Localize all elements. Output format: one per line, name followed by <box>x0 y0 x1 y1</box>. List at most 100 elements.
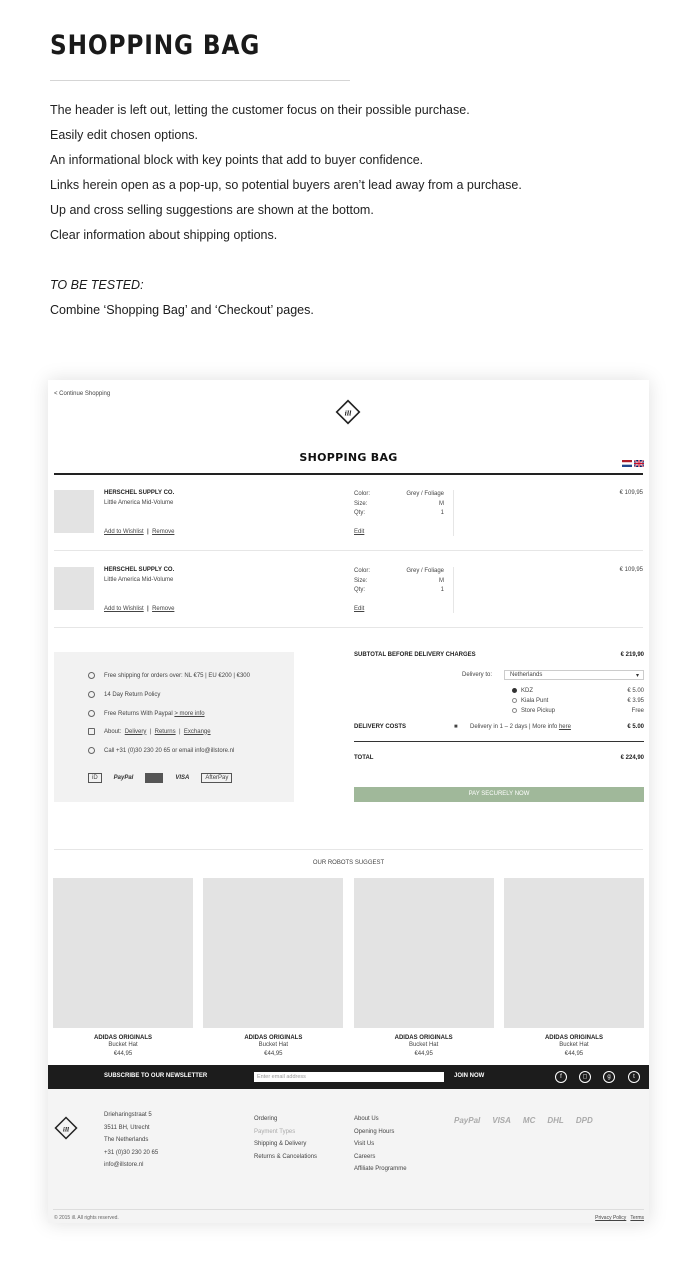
product-name: Bucket Hat <box>559 1042 589 1048</box>
product-name: Bucket Hat <box>258 1042 288 1048</box>
footer-logo-icon[interactable]: ill <box>53 1115 79 1141</box>
product-thumbnail[interactable] <box>54 490 94 533</box>
newsletter-email-input[interactable]: Enter email address <box>254 1072 444 1082</box>
facebook-icon[interactable]: f <box>555 1071 567 1083</box>
radio-icon[interactable] <box>512 707 517 713</box>
radio-selected-icon[interactable] <box>512 687 517 693</box>
product-image[interactable] <box>353 878 494 1028</box>
footer-col-customer: Ordering Payment Types Shipping & Delive… <box>254 1113 317 1163</box>
item-name: Little America Mid-Volume <box>104 500 174 506</box>
product-price: €44,95 <box>414 1051 433 1057</box>
address-line: 3511 BH, Utrecht <box>104 1124 150 1131</box>
product-card[interactable]: ADIDAS ORIGINALS Bucket Hat €44,95 <box>353 878 494 1059</box>
footer-link[interactable]: Careers <box>354 1151 407 1164</box>
mastercard-logo-icon <box>145 773 164 783</box>
color-value: Grey / Foliage <box>406 491 444 497</box>
qty-value: 1 <box>440 587 444 593</box>
product-price: €44,95 <box>264 1051 283 1057</box>
footer-link[interactable]: Ordering <box>254 1113 317 1126</box>
delivery-options: KDZ € 5.00 Kiala Punt € 3.95 Store Pickup F… <box>512 686 644 716</box>
more-info-link[interactable]: > more info <box>174 711 204 717</box>
delivery-info-link[interactable]: here <box>559 724 571 730</box>
option-price: Free <box>631 708 644 714</box>
info-row-paypal: Free Returns With Paypal > more info <box>88 710 205 717</box>
dutch-flag-icon[interactable] <box>622 460 632 467</box>
title-rule <box>54 473 643 475</box>
title-divider <box>50 80 350 81</box>
instagram-icon[interactable]: ◻ <box>579 1071 591 1083</box>
color-label: Color: <box>354 491 371 497</box>
footer-link[interactable]: Visit Us <box>354 1138 407 1151</box>
option-price: € 5.00 <box>627 688 644 694</box>
add-to-wishlist-link[interactable]: Add to Wishlist <box>104 529 144 535</box>
product-image[interactable] <box>503 878 644 1028</box>
option-name: Kiala Punt <box>521 698 549 704</box>
twitter-icon[interactable]: t <box>628 1071 640 1083</box>
about-separator: | <box>149 728 152 735</box>
pay-securely-button[interactable]: PAY SECURELY NOW <box>354 787 644 802</box>
google-plus-icon[interactable]: g <box>603 1071 615 1083</box>
language-switcher[interactable] <box>622 460 644 467</box>
contact-text: Call +31 (0)30 230 20 65 or email info@i… <box>104 747 235 754</box>
to-be-tested-label: TO BE TESTED: <box>50 278 144 292</box>
footer-link[interactable]: Opening Hours <box>354 1126 407 1139</box>
delivery-country-select[interactable]: Netherlands ▾ <box>504 670 644 680</box>
design-note: The header is left out, letting the cust… <box>50 103 470 117</box>
product-card[interactable]: ADIDAS ORIGINALS Bucket Hat €44,95 <box>53 878 193 1059</box>
edit-link[interactable]: Edit <box>354 529 444 535</box>
footer-link[interactable]: About Us <box>354 1113 407 1126</box>
privacy-policy-link[interactable]: Privacy Policy <box>595 1215 626 1221</box>
remove-link[interactable]: Remove <box>152 529 174 535</box>
footer-link[interactable]: Payment Types <box>254 1126 317 1139</box>
total-divider <box>354 741 644 742</box>
continue-shopping-link[interactable]: < Continue Shopping <box>54 391 110 397</box>
product-card[interactable]: ADIDAS ORIGINALS Bucket Hat €44,95 <box>503 878 644 1059</box>
address-phone[interactable]: +31 (0)30 230 20 65 <box>104 1147 158 1160</box>
size-label: Size: <box>354 577 368 584</box>
add-to-wishlist-link[interactable]: Add to Wishlist <box>104 606 144 612</box>
about-returns-link[interactable]: Returns <box>155 729 176 735</box>
cart-item: HERSCHEL SUPPLY CO. Little America Mid-V… <box>54 567 643 627</box>
ill-logo-icon[interactable]: ill <box>334 398 362 426</box>
delivery-option[interactable]: Store Pickup Free <box>512 706 644 716</box>
design-note: Up and cross selling suggestions are sho… <box>50 203 374 217</box>
paypal-logo-icon: PayPal <box>454 1116 481 1125</box>
product-card[interactable]: ADIDAS ORIGINALS Bucket Hat €44,95 <box>203 878 344 1059</box>
delivery-country-value: Netherlands <box>510 672 543 678</box>
delivery-option[interactable]: KDZ € 5.00 <box>512 686 644 696</box>
design-note: Easily edit chosen options. <box>50 128 199 142</box>
qty-label: Qty: <box>354 510 366 516</box>
delivery-option[interactable]: Kiala Punt € 3.95 <box>512 696 644 706</box>
radio-icon[interactable] <box>512 697 517 703</box>
product-image[interactable] <box>53 878 193 1028</box>
check-icon <box>88 710 95 717</box>
uk-flag-icon[interactable] <box>634 460 644 467</box>
product-thumbnail[interactable] <box>54 567 94 610</box>
intro-section: SHOPPING BAG The header is left out, let… <box>50 28 650 323</box>
item-attributes: Color: Grey / Foliage Size: M Qty: 1 Edit <box>354 567 444 612</box>
delivery-note: Delivery in 1 – 2 days | More info <box>470 724 558 730</box>
subtotal-row: SUBTOTAL BEFORE DELIVERY CHARGES € 219,9… <box>354 652 644 658</box>
about-delivery-link[interactable]: Delivery <box>125 729 147 735</box>
footer-link[interactable]: Returns & Cancelations <box>254 1151 317 1164</box>
item-separator <box>54 550 643 551</box>
about-label: About: <box>104 728 122 735</box>
qty-label: Qty: <box>354 587 366 593</box>
product-name: Bucket Hat <box>408 1042 439 1048</box>
edit-link[interactable]: Edit <box>354 606 444 612</box>
footer-address: Drieharingstraat 5 3511 BH, Utrecht The … <box>104 1109 158 1172</box>
remove-link[interactable]: Remove <box>152 606 174 612</box>
product-image[interactable] <box>203 878 344 1028</box>
item-actions: Add to Wishlist | Remove <box>104 606 174 612</box>
footer-divider <box>53 1209 644 1210</box>
address-email[interactable]: info@illstore.nl <box>104 1159 158 1172</box>
product-price: €44,95 <box>113 1051 133 1057</box>
footer-link[interactable]: Affiliate Programme <box>354 1163 407 1176</box>
copyright: © 2015 ill. All rights reserved. <box>54 1215 119 1221</box>
footer-link[interactable]: Shipping & Delivery <box>254 1138 317 1151</box>
color-value: Grey / Foliage <box>406 568 444 574</box>
terms-link[interactable]: Terms <box>630 1215 644 1221</box>
join-now-button[interactable]: JOIN NOW <box>454 1073 484 1079</box>
about-exchange-link[interactable]: Exchange <box>184 729 211 735</box>
bag-title: SHOPPING BAG <box>299 451 398 464</box>
